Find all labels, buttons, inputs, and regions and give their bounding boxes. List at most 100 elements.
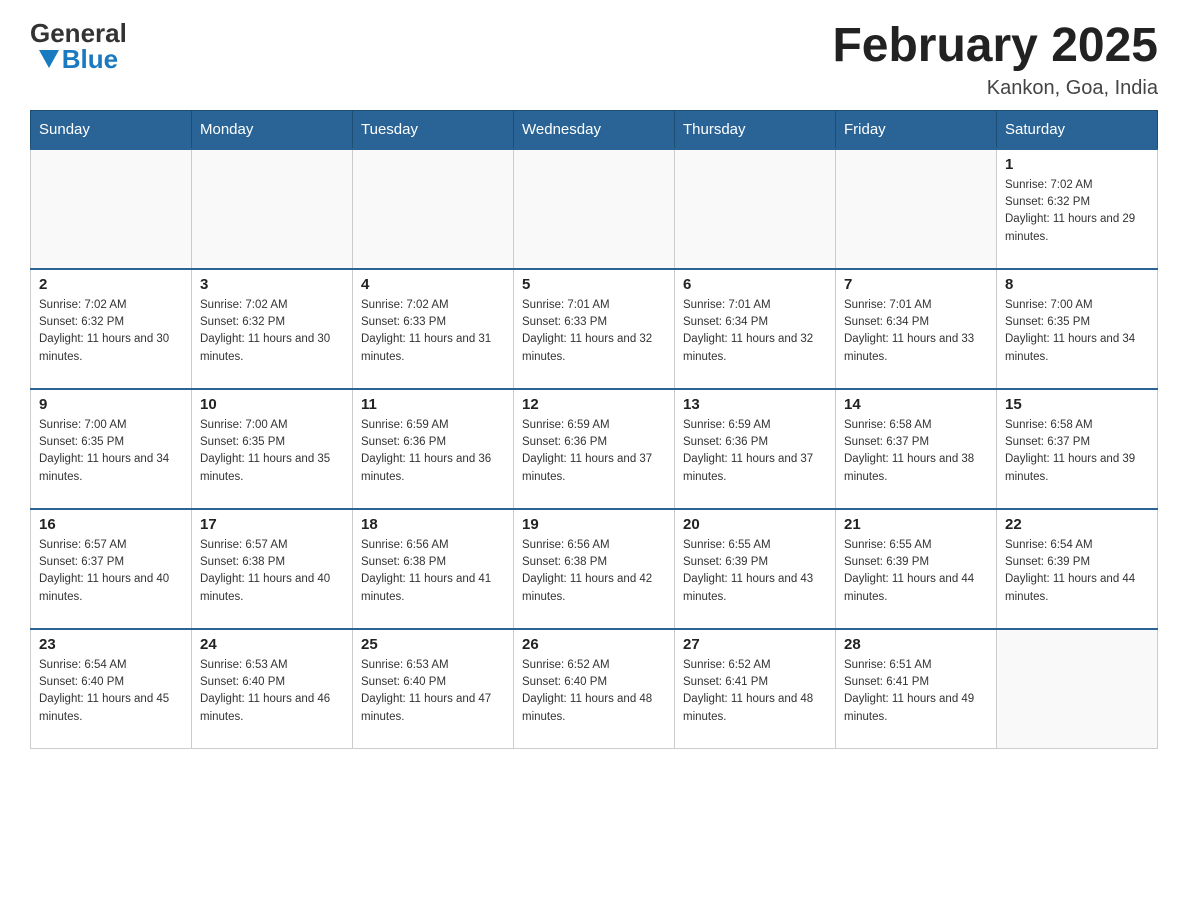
day-info: Sunrise: 7:00 AMSunset: 6:35 PMDaylight:… <box>1005 297 1149 366</box>
day-number: 12 <box>522 396 666 413</box>
day-number: 24 <box>200 636 344 653</box>
day-info: Sunrise: 6:58 AMSunset: 6:37 PMDaylight:… <box>844 417 988 486</box>
day-info: Sunrise: 7:01 AMSunset: 6:33 PMDaylight:… <box>522 297 666 366</box>
day-header-saturday: Saturday <box>997 110 1158 149</box>
calendar-cell: 23 Sunrise: 6:54 AMSunset: 6:40 PMDayligh… <box>31 629 192 749</box>
calendar-cell: 16 Sunrise: 6:57 AMSunset: 6:37 PMDayligh… <box>31 509 192 629</box>
calendar-cell: 15Sunrise: 6:58 AMSunset: 6:37 PMDayligh… <box>997 389 1158 509</box>
calendar-cell: 12Sunrise: 6:59 AMSunset: 6:36 PMDayligh… <box>514 389 675 509</box>
calendar-cell: 8 Sunrise: 7:00 AMSunset: 6:35 PMDaylight… <box>997 269 1158 389</box>
calendar-cell: 2 Sunrise: 7:02 AMSunset: 6:32 PMDaylight… <box>31 269 192 389</box>
title-section: February 2025 Kankon, Goa, India <box>832 20 1158 100</box>
day-number: 5 <box>522 276 666 293</box>
day-number: 28 <box>844 636 988 653</box>
day-info: Sunrise: 6:54 AMSunset: 6:40 PMDaylight:… <box>39 657 183 726</box>
calendar-cell: 17 Sunrise: 6:57 AMSunset: 6:38 PMDayligh… <box>192 509 353 629</box>
day-number: 27 <box>683 636 827 653</box>
day-header-monday: Monday <box>192 110 353 149</box>
day-number: 14 <box>844 396 988 413</box>
calendar-cell <box>997 629 1158 749</box>
day-number: 23 <box>39 636 183 653</box>
day-number: 9 <box>39 396 183 413</box>
day-info: Sunrise: 6:53 AMSunset: 6:40 PMDaylight:… <box>361 657 505 726</box>
week-row-2: 2 Sunrise: 7:02 AMSunset: 6:32 PMDaylight… <box>31 269 1158 389</box>
day-number: 7 <box>844 276 988 293</box>
calendar-cell: 14 Sunrise: 6:58 AMSunset: 6:37 PMDayligh… <box>836 389 997 509</box>
day-number: 11 <box>361 396 505 413</box>
day-header-sunday: Sunday <box>31 110 192 149</box>
day-number: 8 <box>1005 276 1149 293</box>
calendar-cell: 5 Sunrise: 7:01 AMSunset: 6:33 PMDaylight… <box>514 269 675 389</box>
day-number: 19 <box>522 516 666 533</box>
day-number: 2 <box>39 276 183 293</box>
day-info: Sunrise: 6:57 AMSunset: 6:37 PMDaylight:… <box>39 537 183 606</box>
day-info: Sunrise: 7:02 AMSunset: 6:33 PMDaylight:… <box>361 297 505 366</box>
calendar-cell <box>675 149 836 269</box>
calendar-cell: 21 Sunrise: 6:55 AMSunset: 6:39 PMDayligh… <box>836 509 997 629</box>
week-row-4: 16 Sunrise: 6:57 AMSunset: 6:37 PMDayligh… <box>31 509 1158 629</box>
calendar-table: SundayMondayTuesdayWednesdayThursdayFrid… <box>30 110 1158 750</box>
calendar-cell: 26 Sunrise: 6:52 AMSunset: 6:40 PMDayligh… <box>514 629 675 749</box>
calendar-cell: 3 Sunrise: 7:02 AMSunset: 6:32 PMDaylight… <box>192 269 353 389</box>
logo: General Blue <box>30 20 131 72</box>
calendar-cell: 6 Sunrise: 7:01 AMSunset: 6:34 PMDaylight… <box>675 269 836 389</box>
week-row-1: 1 Sunrise: 7:02 AMSunset: 6:32 PMDaylight… <box>31 149 1158 269</box>
day-info: Sunrise: 6:57 AMSunset: 6:38 PMDaylight:… <box>200 537 344 606</box>
day-header-friday: Friday <box>836 110 997 149</box>
day-number: 18 <box>361 516 505 533</box>
days-header-row: SundayMondayTuesdayWednesdayThursdayFrid… <box>31 110 1158 149</box>
calendar-cell <box>353 149 514 269</box>
day-info: Sunrise: 6:55 AMSunset: 6:39 PMDaylight:… <box>844 537 988 606</box>
day-number: 16 <box>39 516 183 533</box>
day-info: Sunrise: 6:51 AMSunset: 6:41 PMDaylight:… <box>844 657 988 726</box>
day-info: Sunrise: 6:53 AMSunset: 6:40 PMDaylight:… <box>200 657 344 726</box>
day-number: 13 <box>683 396 827 413</box>
calendar-cell: 13 Sunrise: 6:59 AMSunset: 6:36 PMDayligh… <box>675 389 836 509</box>
calendar-cell: 25 Sunrise: 6:53 AMSunset: 6:40 PMDayligh… <box>353 629 514 749</box>
day-info: Sunrise: 7:02 AMSunset: 6:32 PMDaylight:… <box>1005 177 1149 246</box>
day-info: Sunrise: 7:00 AMSunset: 6:35 PMDaylight:… <box>200 417 344 486</box>
day-number: 6 <box>683 276 827 293</box>
calendar-cell: 11 Sunrise: 6:59 AMSunset: 6:36 PMDayligh… <box>353 389 514 509</box>
day-info: Sunrise: 6:58 AMSunset: 6:37 PMDaylight:… <box>1005 417 1149 486</box>
day-info: Sunrise: 6:52 AMSunset: 6:41 PMDaylight:… <box>683 657 827 726</box>
day-info: Sunrise: 7:01 AMSunset: 6:34 PMDaylight:… <box>844 297 988 366</box>
calendar-cell: 9 Sunrise: 7:00 AMSunset: 6:35 PMDaylight… <box>31 389 192 509</box>
calendar-cell: 1 Sunrise: 7:02 AMSunset: 6:32 PMDaylight… <box>997 149 1158 269</box>
day-number: 20 <box>683 516 827 533</box>
calendar-cell <box>31 149 192 269</box>
day-info: Sunrise: 6:54 AMSunset: 6:39 PMDaylight:… <box>1005 537 1149 606</box>
day-number: 3 <box>200 276 344 293</box>
calendar-cell: 22Sunrise: 6:54 AMSunset: 6:39 PMDayligh… <box>997 509 1158 629</box>
week-row-5: 23 Sunrise: 6:54 AMSunset: 6:40 PMDayligh… <box>31 629 1158 749</box>
week-row-3: 9 Sunrise: 7:00 AMSunset: 6:35 PMDaylight… <box>31 389 1158 509</box>
day-number: 1 <box>1005 156 1149 173</box>
day-info: Sunrise: 6:52 AMSunset: 6:40 PMDaylight:… <box>522 657 666 726</box>
day-info: Sunrise: 6:55 AMSunset: 6:39 PMDaylight:… <box>683 537 827 606</box>
day-number: 26 <box>522 636 666 653</box>
page-header: General Blue February 2025 Kankon, Goa, … <box>30 20 1158 100</box>
day-info: Sunrise: 7:02 AMSunset: 6:32 PMDaylight:… <box>39 297 183 366</box>
calendar-cell: 20 Sunrise: 6:55 AMSunset: 6:39 PMDayligh… <box>675 509 836 629</box>
day-info: Sunrise: 6:59 AMSunset: 6:36 PMDaylight:… <box>361 417 505 486</box>
calendar-cell <box>192 149 353 269</box>
calendar-cell: 28 Sunrise: 6:51 AMSunset: 6:41 PMDayligh… <box>836 629 997 749</box>
day-number: 17 <box>200 516 344 533</box>
day-number: 10 <box>200 396 344 413</box>
day-info: Sunrise: 7:00 AMSunset: 6:35 PMDaylight:… <box>39 417 183 486</box>
day-number: 4 <box>361 276 505 293</box>
day-info: Sunrise: 7:02 AMSunset: 6:32 PMDaylight:… <box>200 297 344 366</box>
day-header-thursday: Thursday <box>675 110 836 149</box>
calendar-subtitle: Kankon, Goa, India <box>832 77 1158 100</box>
calendar-cell: 18 Sunrise: 6:56 AMSunset: 6:38 PMDayligh… <box>353 509 514 629</box>
calendar-cell: 24 Sunrise: 6:53 AMSunset: 6:40 PMDayligh… <box>192 629 353 749</box>
day-info: Sunrise: 6:56 AMSunset: 6:38 PMDaylight:… <box>361 537 505 606</box>
calendar-cell: 7 Sunrise: 7:01 AMSunset: 6:34 PMDaylight… <box>836 269 997 389</box>
logo-icon: General Blue <box>30 20 127 72</box>
calendar-cell: 19 Sunrise: 6:56 AMSunset: 6:38 PMDayligh… <box>514 509 675 629</box>
day-info: Sunrise: 6:56 AMSunset: 6:38 PMDaylight:… <box>522 537 666 606</box>
day-number: 21 <box>844 516 988 533</box>
day-number: 25 <box>361 636 505 653</box>
day-info: Sunrise: 6:59 AMSunset: 6:36 PMDaylight:… <box>683 417 827 486</box>
day-info: Sunrise: 7:01 AMSunset: 6:34 PMDaylight:… <box>683 297 827 366</box>
